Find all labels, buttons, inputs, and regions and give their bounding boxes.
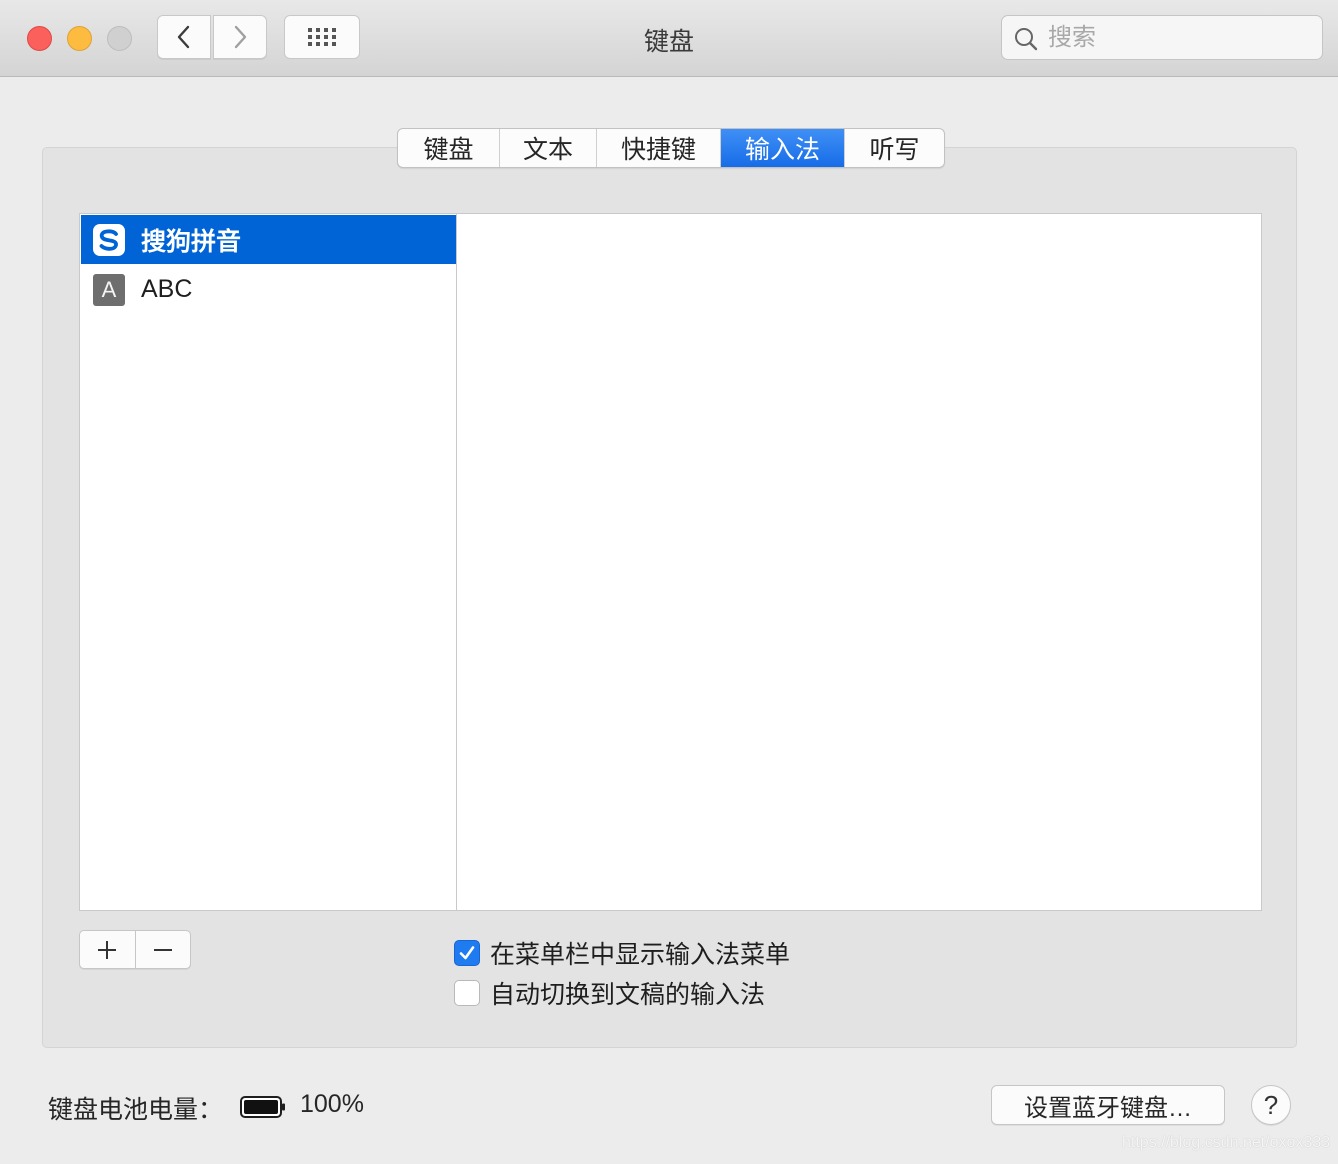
help-button[interactable]: ? — [1251, 1085, 1291, 1125]
minimize-window-button[interactable] — [67, 26, 92, 51]
system-preferences-window: 键盘 键盘 文本 快捷键 输入法 听写 搜狗拼音 A ABC — [0, 0, 1338, 1164]
tab-shortcuts[interactable]: 快捷键 — [597, 129, 721, 167]
tab-input-sources[interactable]: 输入法 — [721, 129, 845, 167]
add-remove-control — [79, 930, 191, 969]
grid-icon — [307, 28, 337, 46]
zoom-window-button[interactable] — [107, 26, 132, 51]
sogou-s-glyph — [99, 228, 118, 251]
list-item-sogou-pinyin[interactable]: 搜狗拼音 — [81, 215, 456, 264]
input-source-list[interactable]: 搜狗拼音 A ABC — [79, 213, 457, 911]
tab-dictation[interactable]: 听写 — [845, 129, 944, 167]
list-item-label: ABC — [141, 275, 193, 303]
close-window-button[interactable] — [27, 26, 52, 51]
watermark: https://blog.csdn.net/oxox333 — [1122, 1134, 1331, 1151]
search-input[interactable] — [1046, 20, 1310, 56]
show-input-menu-label: 在菜单栏中显示输入法菜单 — [490, 941, 791, 969]
forward-button[interactable] — [213, 15, 267, 59]
list-item-label: 搜狗拼音 — [141, 227, 242, 256]
window-title: 键盘 — [643, 28, 694, 56]
abc-icon: A — [93, 273, 125, 306]
list-item-abc[interactable]: A ABC — [81, 265, 456, 314]
minus-icon — [153, 948, 172, 951]
tab-text[interactable]: 文本 — [500, 129, 597, 167]
battery-level-value: 100% — [300, 1090, 364, 1118]
show-input-menu-checkbox[interactable] — [454, 940, 480, 966]
back-button[interactable] — [157, 15, 211, 59]
title-bar: 键盘 — [0, 0, 1338, 77]
checkmark-icon — [459, 946, 475, 960]
setup-bluetooth-keyboard-button[interactable]: 设置蓝牙键盘… — [991, 1085, 1225, 1125]
show-all-button[interactable] — [284, 15, 360, 59]
input-source-detail-pane — [456, 213, 1262, 911]
auto-switch-label: 自动切换到文稿的输入法 — [490, 981, 766, 1009]
auto-switch-checkbox[interactable] — [454, 980, 480, 1006]
chevron-right-icon — [234, 25, 247, 49]
battery-level-label: 键盘电池电量： — [48, 1096, 224, 1124]
navigation-buttons — [157, 15, 269, 61]
add-input-source-button[interactable] — [80, 931, 136, 968]
battery-icon — [240, 1096, 285, 1118]
search-field[interactable] — [1001, 15, 1323, 60]
auto-switch-option[interactable]: 自动切换到文稿的输入法 — [454, 975, 765, 1011]
chevron-left-icon — [177, 25, 190, 49]
search-icon — [1015, 28, 1038, 51]
sogou-icon — [93, 223, 125, 256]
tab-bar: 键盘 文本 快捷键 输入法 听写 — [397, 128, 945, 168]
show-input-menu-option[interactable]: 在菜单栏中显示输入法菜单 — [454, 935, 790, 971]
plus-icon — [98, 940, 117, 959]
tab-keyboard[interactable]: 键盘 — [398, 129, 500, 167]
remove-input-source-button[interactable] — [136, 931, 191, 968]
